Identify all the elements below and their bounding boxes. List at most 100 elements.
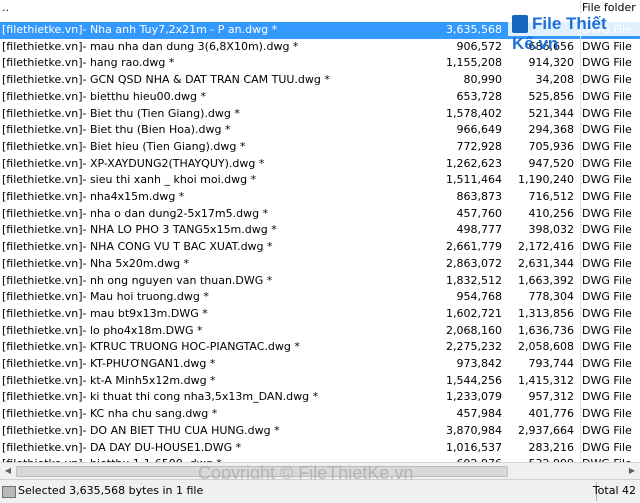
file-size: 906,572 xyxy=(456,39,503,53)
list-item[interactable]: [filethietke.vn]- KC nha chu sang.dwg * 4… xyxy=(0,406,640,423)
scroll-right-arrow-icon[interactable]: ▶ xyxy=(624,463,640,479)
file-packed-size: 947,520 xyxy=(528,156,575,170)
file-packed-size: 778,304 xyxy=(528,290,575,304)
list-item[interactable]: [filethietke.vn]- Biet hieu (Tien Giang)… xyxy=(0,139,640,156)
list-item[interactable]: [filethietke.vn]- XP-XAYDUNG2(THAYQUY).d… xyxy=(0,156,640,173)
list-item[interactable]: [filethietke.vn]- bietthu hieu00.dwg * 65… xyxy=(0,89,640,106)
file-packed-size: 401,776 xyxy=(528,407,575,421)
file-name: [filethietke.vn]- nha o dan dung2-5x17m5… xyxy=(2,206,269,220)
file-name: [filethietke.vn]- hang rao.dwg * xyxy=(2,56,175,70)
list-item[interactable]: [filethietke.vn]- nha4x15m.dwg * 863,873 7… xyxy=(0,189,640,206)
file-packed-size: 410,256 xyxy=(528,206,575,220)
list-item[interactable]: [filethietke.vn]- hang rao.dwg * 1,155,20… xyxy=(0,55,640,72)
list-item[interactable]: [filethietke.vn]- DO AN BIET THU CUA HUN… xyxy=(0,423,640,440)
list-item[interactable]: [filethietke.vn]- kt-A Minh5x12m.dwg * 1,… xyxy=(0,373,640,390)
list-item[interactable]: [filethietke.vn]- Nha 5x20m.dwg * 2,863,0… xyxy=(0,256,640,273)
file-name: [filethietke.vn]- nha4x15m.dwg * xyxy=(2,190,185,203)
file-name: [filethietke.vn]- kt-A Minh5x12m.dwg * xyxy=(2,373,216,387)
file-name: [filethietke.vn]- Mau hoi truong.dwg * xyxy=(2,290,209,304)
file-size: 1,233,079 xyxy=(446,390,502,404)
file-name: [filethietke.vn]- KC nha chu sang.dwg * xyxy=(2,407,218,421)
file-type: DWG File xyxy=(582,373,632,387)
file-packed-size: 2,937,664 xyxy=(518,423,574,437)
file-type: DWG File xyxy=(582,139,632,153)
file-packed-size: 1,415,312 xyxy=(518,373,574,387)
file-type: DWG File xyxy=(582,89,632,103)
file-size: 973,842 xyxy=(456,357,503,370)
file-size: 1,832,512 xyxy=(446,273,502,287)
file-size: 1,602,721 xyxy=(446,306,502,320)
status-bar: Selected 3,635,568 bytes in 1 file Total… xyxy=(0,479,640,503)
file-size: 1,262,623 xyxy=(446,156,502,170)
file-name: [filethietke.vn]- Biet thu (Bien Hoa).dw… xyxy=(2,123,231,137)
status-selection: Selected 3,635,568 bytes in 1 file xyxy=(18,484,204,497)
file-name: [filethietke.vn]- XP-XAYDUNG2(THAYQUY).d… xyxy=(2,156,265,170)
file-packed-size: 398,032 xyxy=(528,223,575,237)
list-item[interactable]: [filethietke.vn]- lo pho4x18m.DWG * 2,068… xyxy=(0,323,640,340)
file-type: DWG File xyxy=(582,56,632,70)
file-type: DWG File xyxy=(582,290,632,304)
list-item[interactable]: [filethietke.vn]- NHA CONG VU T BAC XUAT… xyxy=(0,239,640,256)
drive-icon xyxy=(2,486,16,498)
file-size: 966,649 xyxy=(456,123,503,137)
file-packed-size: 34,208 xyxy=(535,73,575,87)
list-item[interactable]: [filethietke.vn]- Mau hoi truong.dwg * 95… xyxy=(0,289,640,306)
file-name: [filethietke.vn]- DA DAY DU-HOUSE1.DWG * xyxy=(2,440,242,454)
file-type: DWG File xyxy=(582,240,632,254)
file-packed-size: 716,512 xyxy=(528,190,575,203)
file-name: [filethietke.vn]- ki thuat thi cong nha3… xyxy=(2,390,319,404)
scroll-left-arrow-icon[interactable]: ◀ xyxy=(0,463,16,479)
file-list: .. File folder [filethietke.vn]- Nha anh… xyxy=(0,0,640,462)
file-type: DWG File xyxy=(582,223,632,237)
file-packed-size: 1,636,736 xyxy=(518,323,574,337)
file-name: [filethietke.vn]- NHA CONG VU T BAC XUAT… xyxy=(2,240,273,254)
file-size: 772,928 xyxy=(456,139,503,153)
file-packed-size: 914,320 xyxy=(528,56,575,70)
file-packed-size: 1,313,856 xyxy=(518,306,574,320)
logo-icon xyxy=(512,15,528,33)
list-item[interactable]: [filethietke.vn]- mau bt9x13m.DWG * 1,602… xyxy=(0,306,640,323)
list-item[interactable]: [filethietke.vn]- NHA LO PHO 3 TANG5x15m… xyxy=(0,222,640,239)
list-item[interactable]: [filethietke.vn]- sieu thi xanh _ khoi m… xyxy=(0,172,640,189)
file-packed-size: 957,312 xyxy=(528,390,575,404)
file-size: 653,728 xyxy=(456,89,503,103)
list-item[interactable]: [filethietke.vn]- nha o dan dung2-5x17m5… xyxy=(0,206,640,223)
list-item[interactable]: [filethietke.vn]- Biet thu (Bien Hoa).dw… xyxy=(0,122,640,139)
file-type: DWG File xyxy=(582,123,632,137)
file-type: DWG File xyxy=(582,340,632,354)
file-type: DWG File xyxy=(582,106,632,120)
list-item[interactable]: [filethietke.vn]- ki thuat thi cong nha3… xyxy=(0,389,640,406)
list-item[interactable]: [filethietke.vn]- DA DAY DU-HOUSE1.DWG *… xyxy=(0,440,640,457)
list-item[interactable]: [filethietke.vn]- KTRUC TRUONG HOC-PIANG… xyxy=(0,339,640,356)
column-separator xyxy=(580,0,581,462)
file-size: 1,155,208 xyxy=(446,56,502,70)
file-size: 498,777 xyxy=(456,223,503,237)
list-item[interactable]: [filethietke.vn]- nh ong nguyen van thua… xyxy=(0,273,640,290)
file-type: DWG File xyxy=(582,173,632,187)
file-type: DWG File xyxy=(582,306,632,320)
file-type: DWG File xyxy=(582,156,632,170)
file-name: [filethietke.vn]- sieu thi xanh _ khoi m… xyxy=(2,173,257,187)
file-packed-size: 705,936 xyxy=(528,139,575,153)
file-packed-size: 1,663,392 xyxy=(518,273,574,287)
list-item[interactable]: [filethietke.vn]- GCN QSD NHA & DAT TRAN… xyxy=(0,72,640,89)
file-packed-size: 294,368 xyxy=(528,123,575,137)
file-packed-size: 2,631,344 xyxy=(518,256,574,270)
file-name: [filethietke.vn]- Biet thu (Tien Giang).… xyxy=(2,106,240,120)
file-name: [filethietke.vn]- Biet hieu (Tien Giang)… xyxy=(2,139,246,153)
file-type: DWG File xyxy=(582,73,632,87)
file-size: 1,578,402 xyxy=(446,106,502,120)
file-size: 457,760 xyxy=(456,206,503,220)
file-type: DWG File xyxy=(582,39,632,53)
list-item[interactable]: [filethietke.vn]- KT-PHƯƠNGAN1.dwg * 973,… xyxy=(0,356,640,373)
file-name: [filethietke.vn]- nh ong nguyen van thua… xyxy=(2,273,273,287)
file-size: 2,863,072 xyxy=(446,256,502,270)
list-item[interactable]: [filethietke.vn]- Biet thu (Tien Giang).… xyxy=(0,106,640,123)
file-name: [filethietke.vn]- GCN QSD NHA & DAT TRAN… xyxy=(2,73,330,87)
file-size: 863,873 xyxy=(456,190,503,203)
file-size: 457,984 xyxy=(456,407,503,421)
file-name: [filethietke.vn]- lo pho4x18m.DWG * xyxy=(2,323,203,337)
file-name: [filethietke.vn]- NHA LO PHO 3 TANG5x15m… xyxy=(2,223,277,237)
status-total: Total 42 xyxy=(592,484,636,497)
parent-folder-name: .. xyxy=(2,1,9,14)
